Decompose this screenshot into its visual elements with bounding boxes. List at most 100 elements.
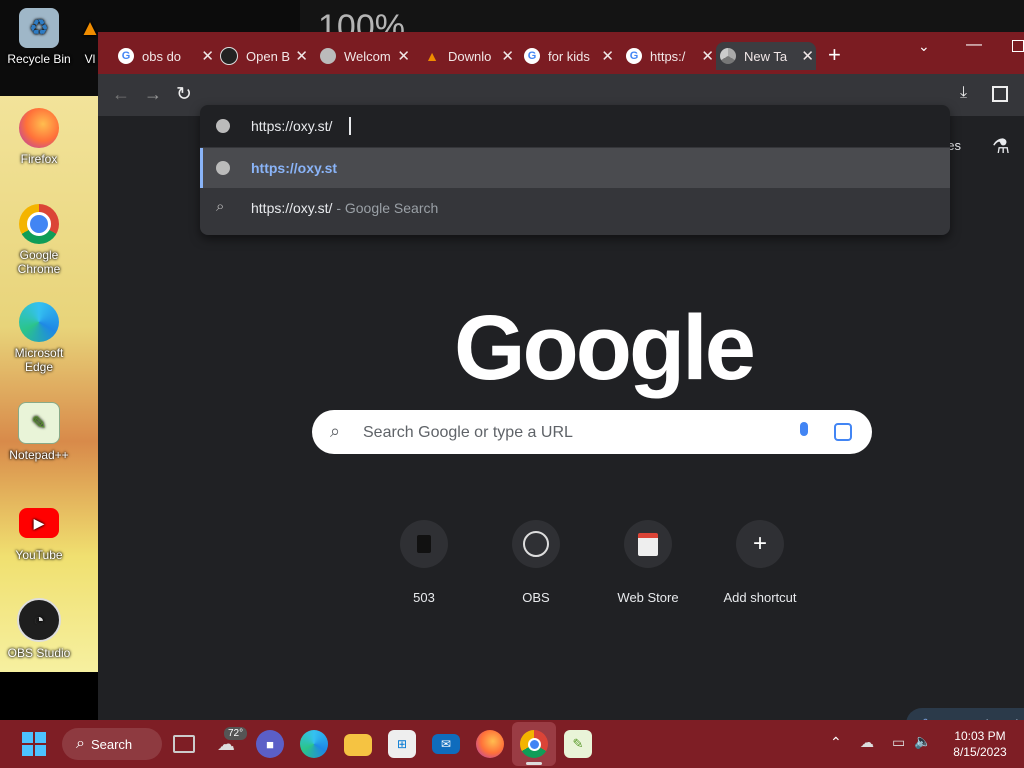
notepadpp-icon[interactable]: ✎ [564,730,592,758]
shortcut-label: OBS [522,590,550,605]
microphone-icon[interactable] [800,422,808,436]
tab-4[interactable]: ▲ Downlo ✕ [420,42,516,70]
add-shortcut-button[interactable]: + Add shortcut [715,520,805,605]
tab-title: New Ta [744,48,788,64]
shortcut-503[interactable]: 503 [379,520,469,605]
start-windows-icon[interactable] [20,730,48,758]
desktop-icon-recycle-bin[interactable]: ♻ Recycle Bin [4,8,74,66]
desktop-icon-chrome[interactable]: Google Chrome [4,204,74,276]
plus-icon: + [736,520,784,568]
tab-active-new-tab[interactable]: New Ta ✕ [716,42,816,70]
google-icon: G [118,48,134,64]
tab-1[interactable]: G obs do ✕ [114,42,216,70]
firefox-icon[interactable] [476,730,504,758]
selection-indicator [200,148,203,188]
suggestion-row-2[interactable]: ⌕ https://oxy.st/ - Google Search [200,188,950,228]
vlc-icon: ▲ [425,48,439,64]
close-icon[interactable]: ✕ [601,47,614,65]
forward-arrow-icon[interactable]: → [144,84,162,105]
globe-icon [216,119,230,133]
suggestion-query: https://oxy.st/ [251,200,333,216]
clock-time: 10:03 PM [954,729,1006,743]
close-icon[interactable]: ✕ [201,47,214,65]
desktop-icon-label: Notepad++ [9,448,69,462]
shortcut-label: Add shortcut [723,590,797,605]
tab-strip: G obs do ✕ Open B ✕ Welcom ✕ ▲ Downlo ✕ … [98,32,1024,74]
youtube-icon: ▶ [19,508,59,538]
back-arrow-icon[interactable]: ← [112,84,130,105]
taskbar: ⌕ Search ☁ 72° ■ ⊞ ✉ ✎ ⌃ ☁ ▭ 🔈 10:03 PM … [0,720,1024,768]
close-icon[interactable]: ✕ [295,47,308,65]
close-icon[interactable]: ✕ [801,47,814,65]
volume-icon[interactable]: 🔈 [914,733,931,750]
onedrive-icon[interactable]: ☁ [860,734,874,751]
desktop-icon-label: Google Chrome [17,248,61,276]
obs-icon: ◔ [17,598,61,642]
shortcut-web-store[interactable]: Web Store [603,520,693,605]
tab-title: Open B [246,48,291,64]
shortcut-obs[interactable]: OBS [491,520,581,605]
mail-icon[interactable]: ✉ [432,734,460,754]
obs-icon [220,47,238,65]
download-icon[interactable]: ⤓ [960,84,967,102]
tab-6[interactable]: G https:/ ✕ [622,42,716,70]
side-panel-icon[interactable] [992,86,1008,102]
desktop-icon-label: Firefox [20,152,58,166]
chrome-icon [19,204,59,244]
desktop-icon-youtube[interactable]: ▶ YouTube [4,504,74,562]
close-icon[interactable]: ✕ [701,47,714,65]
desktop-icon-vlc[interactable]: ▲ Vl [80,8,100,67]
tab-3[interactable]: Welcom ✕ [316,42,412,70]
tab-title: https:/ [650,48,686,64]
shortcut-label: 503 [413,590,435,605]
search-icon: ⌕ [330,421,341,441]
tab-2[interactable]: Open B ✕ [216,42,310,70]
chrome-icon[interactable] [520,730,548,758]
google-icon: G [524,48,540,64]
shortcut-label: Web Store [617,590,679,605]
search-box[interactable]: ⌕ Search Google or type a URL [312,410,872,454]
suggestion-row-1[interactable]: https://oxy.st [200,148,950,188]
clock[interactable]: 10:03 PM 8/15/2023 [940,728,1020,760]
network-icon[interactable]: ▭ [892,734,905,751]
vlc-icon: ▲ [80,15,100,40]
teams-icon[interactable]: ■ [256,730,284,758]
search-icon: ⌕ [76,735,85,752]
reload-icon[interactable]: ↻ [176,83,192,106]
desktop-icon-notepadpp[interactable]: ✎ Notepad++ [4,402,74,462]
file-explorer-icon[interactable] [344,734,372,756]
minimize-icon[interactable]: — [966,36,982,54]
text-cursor [349,117,351,135]
taskbar-search[interactable]: ⌕ Search [62,728,162,760]
search-icon: ⌕ [216,198,225,215]
edge-icon[interactable] [300,730,328,758]
address-input[interactable]: https://oxy.st/ [251,118,332,134]
search-placeholder: Search Google or type a URL [363,424,573,441]
maximize-icon[interactable] [1012,40,1024,52]
page-favicon-icon [400,520,448,568]
desktop-icon-obs[interactable]: ◔ OBS Studio [4,598,74,660]
google-logo: Google [454,297,756,399]
close-icon[interactable]: ✕ [397,47,410,65]
close-icon[interactable]: ✕ [501,47,514,65]
new-tab-plus-icon[interactable]: + [828,42,841,68]
task-view-icon[interactable] [170,730,198,758]
labs-flask-icon[interactable]: ⚗ [992,134,1010,159]
tab-5[interactable]: G for kids ✕ [520,42,616,70]
tab-title: Welcom [344,48,390,64]
active-indicator [526,762,542,765]
background-window: 100% [300,0,1024,46]
microsoft-store-icon[interactable]: ⊞ [388,730,416,758]
desktop-wallpaper [0,96,98,672]
omnibox-dropdown: https://oxy.st/ https://oxy.st ⌕ https:/… [200,105,950,235]
desktop-icon-firefox[interactable]: Firefox [4,108,74,166]
obs-icon [512,520,560,568]
suggestion-text: https://oxy.st/ - Google Search [251,200,438,216]
edge-icon [19,302,59,342]
web-store-icon [624,520,672,568]
desktop-icon-edge[interactable]: Microsoft Edge [4,302,74,374]
tab-search-chevron-icon[interactable]: ⌄ [918,38,930,55]
chevron-up-icon[interactable]: ⌃ [830,734,842,751]
google-lens-icon[interactable] [834,423,852,441]
address-bar[interactable]: https://oxy.st/ [200,105,950,147]
